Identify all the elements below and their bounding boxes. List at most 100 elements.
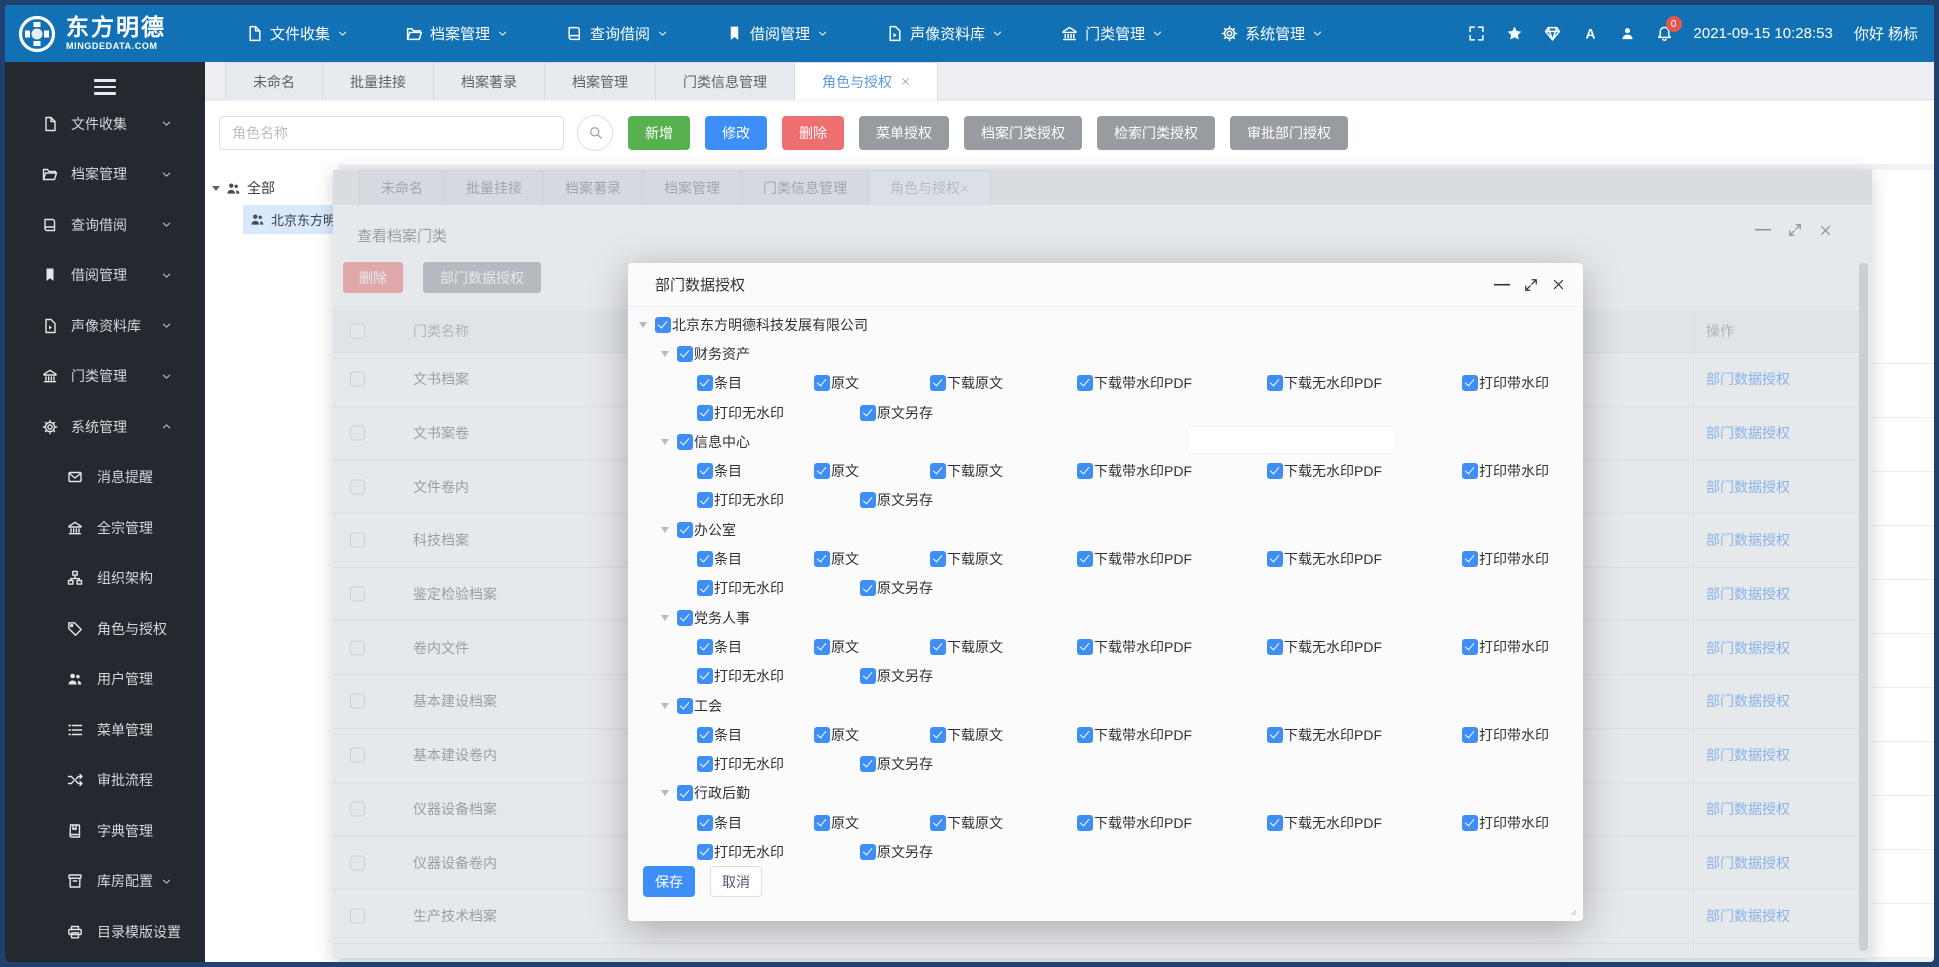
checkbox-checked[interactable] — [814, 463, 830, 480]
perm-item[interactable]: 原文另存 — [860, 666, 933, 686]
tree-node-department[interactable]: 行政后勤 — [628, 779, 1583, 808]
checkbox-checked[interactable] — [697, 551, 713, 568]
checkbox-checked[interactable] — [1267, 638, 1283, 655]
sidebar-item-media-library[interactable]: 声像资料库 — [5, 301, 205, 352]
checkbox-checked[interactable] — [1077, 726, 1093, 743]
nav-menu-item[interactable]: 门类管理 — [1032, 23, 1192, 44]
checkbox-checked[interactable] — [930, 551, 946, 568]
perm-item[interactable]: 下载无水印PDF — [1267, 549, 1462, 569]
checkbox-checked[interactable] — [1267, 463, 1283, 480]
sidebar-item-borrow-mgmt[interactable]: 借阅管理 — [5, 250, 205, 301]
perm-item[interactable]: 条目 — [697, 373, 814, 393]
checkbox-checked[interactable] — [697, 404, 713, 421]
checkbox-checked[interactable] — [930, 726, 946, 743]
checkbox-checked[interactable] — [697, 756, 713, 773]
checkbox-checked[interactable] — [1077, 375, 1093, 392]
sidebar-item-file-collect[interactable]: 文件收集 — [5, 99, 205, 150]
perm-item[interactable]: 原文 — [814, 725, 930, 745]
sidebar-item-user-mgmt[interactable]: 用户管理 — [5, 654, 205, 705]
checkbox-checked[interactable] — [1462, 814, 1478, 831]
nav-menu-item[interactable]: 档案管理 — [377, 23, 537, 44]
save-button[interactable]: 保存 — [643, 866, 695, 897]
perm-item[interactable]: 下载带水印PDF — [1077, 813, 1267, 833]
checkbox-checked[interactable] — [697, 463, 713, 480]
perm-item[interactable]: 原文 — [814, 813, 930, 833]
tree-node-department[interactable]: 工会 — [628, 691, 1583, 720]
checkbox-checked[interactable] — [1462, 551, 1478, 568]
sidebar-item-warehouse-config[interactable]: 库房配置 — [5, 856, 205, 907]
nav-menu-item[interactable]: 查询借阅 — [537, 23, 697, 44]
tab-category-info[interactable]: 门类信息管理 — [656, 62, 795, 100]
tab-batch-link[interactable]: 批量挂接 — [323, 62, 434, 100]
minimize-icon[interactable]: — — [1494, 276, 1510, 293]
checkbox-checked[interactable] — [1267, 726, 1283, 743]
checkbox-checked[interactable] — [697, 492, 713, 509]
checkbox-checked[interactable] — [677, 521, 693, 538]
perm-item[interactable]: 下载带水印PDF — [1077, 461, 1267, 481]
tree-node-all[interactable]: 全部 — [212, 174, 275, 202]
tree-node-root[interactable]: 北京东方明德科技发展有限公司 — [628, 310, 1583, 339]
perm-item[interactable]: 原文另存 — [860, 578, 933, 598]
perm-item[interactable]: 下载无水印PDF — [1267, 373, 1462, 393]
checkbox-checked[interactable] — [1267, 551, 1283, 568]
sidebar-item-archive-mgmt[interactable]: 档案管理 — [5, 149, 205, 200]
caret-down-icon[interactable] — [661, 438, 669, 445]
close-icon[interactable] — [1552, 278, 1565, 291]
checkbox-checked[interactable] — [814, 726, 830, 743]
checkbox-checked[interactable] — [1462, 726, 1478, 743]
perm-item[interactable]: 下载原文 — [930, 637, 1077, 657]
checkbox-checked[interactable] — [930, 638, 946, 655]
perm-item[interactable]: 打印带水印 — [1462, 725, 1549, 745]
close-icon[interactable] — [901, 77, 910, 86]
user-greeting[interactable]: 你好 杨标 — [1854, 23, 1918, 44]
tab-roles-auth[interactable]: 角色与授权 — [795, 62, 938, 100]
maximize-icon[interactable] — [1524, 278, 1538, 292]
caret-down-icon[interactable] — [661, 350, 669, 357]
perm-item[interactable]: 下载原文 — [930, 813, 1077, 833]
checkbox-checked[interactable] — [930, 814, 946, 831]
fullscreen-icon[interactable] — [1468, 25, 1485, 42]
font-icon[interactable]: A — [1582, 25, 1599, 42]
perm-item[interactable]: 打印无水印 — [697, 666, 860, 686]
perm-item[interactable]: 下载无水印PDF — [1267, 725, 1462, 745]
perm-item[interactable]: 打印带水印 — [1462, 461, 1549, 481]
add-button[interactable]: 新增 — [628, 115, 690, 150]
brand-logo[interactable]: 东方明德 MINGDEDATA.COM — [17, 5, 166, 62]
perm-item[interactable]: 打印带水印 — [1462, 373, 1549, 393]
archive-category-auth-button[interactable]: 档案门类授权 — [964, 115, 1082, 150]
sidebar-item-query-borrow[interactable]: 查询借阅 — [5, 200, 205, 251]
perm-item[interactable]: 下载原文 — [930, 549, 1077, 569]
perm-item[interactable]: 原文 — [814, 373, 930, 393]
checkbox-checked[interactable] — [677, 433, 693, 450]
perm-item[interactable]: 原文 — [814, 549, 930, 569]
tree-node-department[interactable]: 党务人事 — [628, 603, 1583, 632]
checkbox-checked[interactable] — [1462, 638, 1478, 655]
checkbox-checked[interactable] — [930, 463, 946, 480]
sidebar-item-org-structure[interactable]: 组织架构 — [5, 553, 205, 604]
nav-menu-item[interactable]: 系统管理 — [1192, 23, 1352, 44]
checkbox-checked[interactable] — [860, 756, 876, 773]
caret-down-icon[interactable] — [661, 526, 669, 533]
checkbox-checked[interactable] — [814, 638, 830, 655]
perm-item[interactable]: 下载原文 — [930, 461, 1077, 481]
checkbox-checked[interactable] — [1267, 814, 1283, 831]
sidebar-collapse-button[interactable] — [94, 79, 116, 95]
tab-unnamed[interactable]: 未命名 — [225, 62, 323, 100]
checkbox-checked[interactable] — [814, 551, 830, 568]
search-category-auth-button[interactable]: 检索门类授权 — [1097, 115, 1215, 150]
nav-menu-item[interactable]: 声像资料库 — [857, 23, 1032, 44]
perm-item[interactable]: 下载带水印PDF — [1077, 725, 1267, 745]
checkbox-checked[interactable] — [677, 785, 693, 802]
nav-menu-item[interactable]: 借阅管理 — [697, 23, 857, 44]
checkbox-checked[interactable] — [860, 492, 876, 509]
perm-item[interactable]: 原文另存 — [860, 842, 933, 862]
perm-item[interactable]: 下载无水印PDF — [1267, 813, 1462, 833]
perm-item[interactable]: 打印无水印 — [697, 490, 860, 510]
role-name-input[interactable] — [219, 115, 564, 150]
checkbox-checked[interactable] — [697, 668, 713, 685]
checkbox-checked[interactable] — [655, 316, 671, 333]
perm-item[interactable]: 下载原文 — [930, 725, 1077, 745]
caret-down-icon[interactable] — [639, 321, 647, 328]
checkbox-checked[interactable] — [930, 375, 946, 392]
checkbox-checked[interactable] — [1077, 814, 1093, 831]
